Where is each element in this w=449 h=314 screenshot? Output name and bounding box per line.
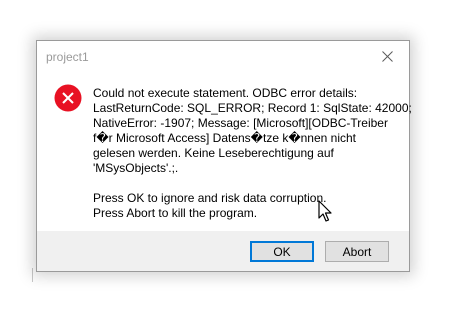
desktop: project1 Could not execute statement. OD… [0, 0, 449, 314]
title-bar[interactable]: project1 [37, 41, 409, 71]
background-window-edge [32, 268, 33, 282]
dialog-content: Could not execute statement. ODBC error … [37, 71, 412, 233]
mouse-cursor-icon [318, 200, 332, 222]
message-line: gelesen werden. Keine Leseberechtigung a… [93, 146, 334, 160]
message-line: LastReturnCode: SQL_ERROR; Record 1: Sql… [93, 101, 412, 115]
error-icon [54, 84, 82, 112]
button-bar: OK Abort [37, 231, 409, 271]
close-button[interactable] [365, 41, 409, 71]
message-line: NativeError: -1907; Message: [Microsoft]… [93, 116, 388, 130]
instruction-line: Press Abort to kill the program. [93, 206, 258, 220]
ok-button[interactable]: OK [250, 241, 314, 262]
dialog-title: project1 [46, 50, 89, 64]
message-line: Could not execute statement. ODBC error … [93, 86, 358, 100]
abort-button[interactable]: Abort [325, 241, 389, 262]
message-spacer [93, 176, 403, 191]
error-dialog: project1 Could not execute statement. OD… [36, 40, 412, 272]
instruction-line: Press OK to ignore and risk data corrupt… [93, 191, 327, 205]
message-line: 'MSysObjects'.;. [93, 161, 179, 175]
error-message: Could not execute statement. ODBC error … [93, 86, 412, 221]
close-icon [381, 50, 393, 62]
message-line: f�r Microsoft Access] Datens�tze k�nnen … [93, 131, 357, 145]
